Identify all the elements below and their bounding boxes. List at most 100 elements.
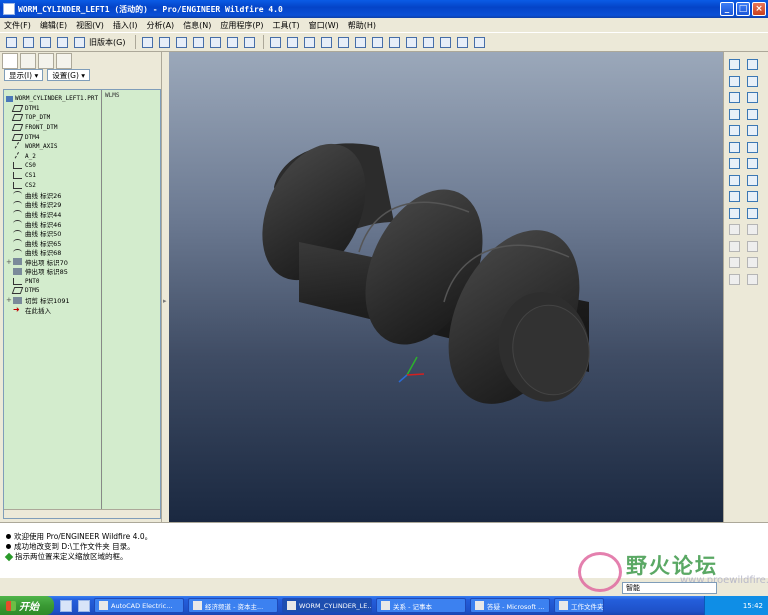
tree-item[interactable]: CS0: [6, 161, 102, 171]
chamfer-tool-icon[interactable]: [728, 190, 740, 202]
tree-root[interactable]: WORM_CYLINDER_LEFT1.PRT: [6, 94, 102, 104]
refit-icon[interactable]: [421, 35, 435, 49]
favorites-tab[interactable]: [38, 53, 54, 69]
redo-icon[interactable]: [157, 35, 171, 49]
settings-dropdown[interactable]: 设置(G) ▾: [47, 69, 91, 81]
project-tool-icon[interactable]: [728, 273, 740, 285]
tree-item[interactable]: + 伸出项 标识70: [6, 257, 102, 267]
quicklaunch-icon[interactable]: [60, 599, 72, 612]
tree-item[interactable]: WORM_AXIS: [6, 142, 102, 152]
csys-tool-icon[interactable]: [746, 91, 758, 103]
collapse-arrow-icon[interactable]: ▸: [163, 297, 167, 305]
orient-mode-icon[interactable]: [353, 35, 367, 49]
tree-item[interactable]: 曲线 标识50: [6, 228, 102, 238]
datum-axis-tool-icon[interactable]: [728, 75, 740, 87]
send-mail-icon[interactable]: [72, 35, 86, 49]
panel-splitter[interactable]: ▸: [161, 52, 169, 522]
hole-tool-icon[interactable]: [746, 141, 758, 153]
minimize-button[interactable]: _: [720, 2, 734, 16]
menu-window[interactable]: 窗口(W): [309, 20, 339, 31]
solidify-tool-icon[interactable]: [728, 256, 740, 268]
graphics-window[interactable]: [169, 52, 723, 522]
folder-browser-tab[interactable]: [20, 53, 36, 69]
tree-item[interactable]: FRONT_DTM: [6, 123, 102, 133]
tree-item[interactable]: ➜ 在此插入: [6, 305, 102, 315]
extend-tool-icon[interactable]: [746, 223, 758, 235]
open-folder-icon[interactable]: [21, 35, 35, 49]
menu-edit[interactable]: 编辑(E): [40, 20, 67, 31]
show-dropdown[interactable]: 显示(I) ▾: [4, 69, 44, 81]
select-box-icon[interactable]: [242, 35, 256, 49]
tree-item[interactable]: CS1: [6, 171, 102, 181]
paste-special-icon[interactable]: [225, 35, 239, 49]
intersect-tool-icon[interactable]: [746, 256, 758, 268]
menu-info[interactable]: 信息(N): [183, 20, 211, 31]
copy-icon[interactable]: [191, 35, 205, 49]
tree-item[interactable]: A_2: [6, 151, 102, 162]
taskbar-button-notepad[interactable]: 关系 - 记事本: [376, 598, 466, 613]
sketch-icon[interactable]: [728, 58, 740, 70]
new-file-icon[interactable]: [4, 35, 18, 49]
draft-tool-icon[interactable]: [728, 174, 740, 186]
menu-insert[interactable]: 插入(I): [113, 20, 138, 31]
wrap-tool-icon[interactable]: [746, 273, 758, 285]
tree-item[interactable]: CS2: [6, 180, 102, 190]
menu-view[interactable]: 视图(V): [76, 20, 104, 31]
datum-plane-tool-icon[interactable]: [746, 58, 758, 70]
round-tool-icon[interactable]: [746, 174, 758, 186]
taskbar-button-folder[interactable]: 工作文件夹: [554, 598, 604, 613]
tree-item[interactable]: 伸出项 标识85: [6, 267, 102, 276]
tree-item[interactable]: 曲线 标识44: [6, 209, 102, 219]
zoom-window-icon[interactable]: [370, 35, 384, 49]
find-icon[interactable]: [302, 35, 316, 49]
shell-tool-icon[interactable]: [728, 157, 740, 169]
extrude-tool-icon[interactable]: [746, 108, 758, 120]
tree-horizontal-scrollbar[interactable]: [4, 509, 160, 518]
layers-icon[interactable]: [472, 35, 486, 49]
spin-center-icon[interactable]: [336, 35, 350, 49]
expand-toggle[interactable]: +: [6, 258, 13, 266]
save-icon[interactable]: [38, 35, 52, 49]
offset-tool-icon[interactable]: [728, 240, 740, 252]
model-tree-tab[interactable]: [2, 53, 18, 69]
repaint-icon[interactable]: [319, 35, 333, 49]
tree-item[interactable]: 曲线 标识65: [6, 238, 102, 248]
zoom-in-icon[interactable]: [387, 35, 401, 49]
curve-tool-icon[interactable]: [746, 75, 758, 87]
tree-item[interactable]: 曲线 标识29: [6, 200, 102, 209]
maximize-button[interactable]: □: [736, 2, 750, 16]
mirror-tool-icon[interactable]: [746, 190, 758, 202]
menu-file[interactable]: 文件(F): [4, 20, 31, 31]
undo-icon[interactable]: [140, 35, 154, 49]
tree-item[interactable]: 曲线 标识68: [6, 248, 102, 257]
trim-tool-icon[interactable]: [746, 207, 758, 219]
close-button[interactable]: ×: [752, 2, 766, 16]
datum-point-tool-icon[interactable]: [728, 91, 740, 103]
analysis-feature-icon[interactable]: [728, 108, 740, 120]
old-version-button[interactable]: 旧版本(G): [89, 37, 125, 48]
reorient-icon[interactable]: [438, 35, 452, 49]
revolve-tool-icon[interactable]: [728, 124, 740, 136]
taskbar-button-word[interactable]: 答疑 - Microsoft ...: [470, 598, 550, 613]
paste-icon[interactable]: [208, 35, 222, 49]
saved-views-icon[interactable]: [455, 35, 469, 49]
expand-toggle[interactable]: +: [6, 296, 13, 304]
menu-analysis[interactable]: 分析(A): [146, 20, 174, 31]
quicklaunch-icon[interactable]: [78, 599, 90, 612]
clock[interactable]: 15:42: [743, 602, 763, 610]
menu-applications[interactable]: 应用程序(P): [220, 20, 263, 31]
connections-tab[interactable]: [56, 53, 72, 69]
start-button[interactable]: 开始: [0, 596, 54, 615]
tree-item[interactable]: + 切剪 标识1091: [6, 295, 102, 305]
tree-item[interactable]: TOP_DTM: [6, 113, 102, 123]
pattern-tool-icon[interactable]: [728, 223, 740, 235]
print-icon[interactable]: [55, 35, 69, 49]
tree-item[interactable]: 曲线 标识46: [6, 219, 102, 229]
taskbar-button-proe[interactable]: WORM_CYLINDER_LE...: [282, 598, 372, 613]
zoom-out-icon[interactable]: [404, 35, 418, 49]
rib-tool-icon[interactable]: [746, 157, 758, 169]
taskbar-button-autocad[interactable]: AutoCAD Electric...: [94, 598, 184, 613]
taskbar-button-browser[interactable]: 经济频道 - 资本主...: [188, 598, 278, 613]
tree-item[interactable]: DTM4: [6, 132, 102, 142]
regen-manager-icon[interactable]: [285, 35, 299, 49]
